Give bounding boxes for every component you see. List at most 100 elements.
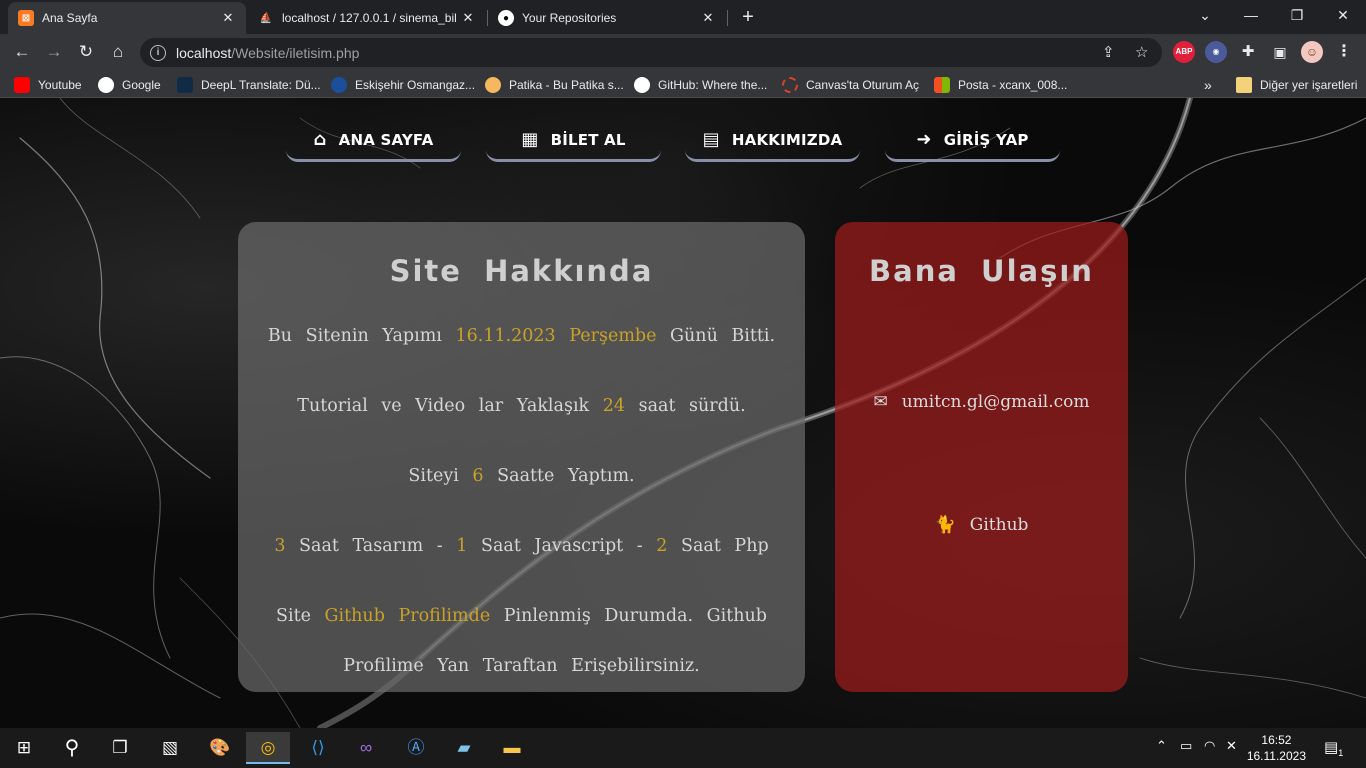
new-tab-button[interactable]: +	[736, 6, 760, 30]
bookmark-patika[interactable]: Patika - Bu Patika s...	[485, 75, 624, 95]
bookmark-github[interactable]: GitHub: Where the...	[634, 75, 767, 95]
extensions-puzzle-icon[interactable]: ✚	[1237, 41, 1259, 63]
bookmark-posta[interactable]: Posta - xcanx_008...	[934, 75, 1067, 95]
about-title: Site Hakkında	[389, 254, 654, 288]
github-icon	[634, 77, 650, 93]
about-text: Saat Tasarım -	[299, 536, 443, 556]
about-highlight-hours: 1	[456, 536, 468, 556]
nav-label: GİRİŞ YAP	[943, 130, 1029, 149]
xampp-icon: ⊠	[18, 10, 34, 26]
about-text: Pinlenmiş Durumda. Github	[503, 606, 768, 626]
browser-toolbar: ← → ↻ ⌂ i localhost/Website/iletisim.php…	[0, 34, 1366, 71]
system-clock[interactable]: 16:52 16.11.2023	[1247, 732, 1306, 764]
id-card-icon: ▤	[702, 129, 720, 150]
notepad-icon[interactable]: ▰	[442, 732, 486, 764]
google-icon	[98, 77, 114, 93]
bookmark-canvas[interactable]: Canvas'ta Oturum Aç	[782, 75, 919, 95]
about-highlight-profile[interactable]: Profilimde	[398, 606, 490, 626]
about-text: Saat Php	[680, 536, 769, 556]
task-view-icon[interactable]: ❐	[98, 732, 142, 764]
chrome-icon[interactable]: ◎	[246, 732, 290, 764]
close-window-button[interactable]: ✕	[1320, 0, 1366, 32]
about-line-access: Profilime Yan Taraftan Erişebilirsiniz.	[343, 656, 700, 676]
bookmark-youtube[interactable]: Youtube	[14, 75, 82, 95]
tab-github[interactable]: ● Your Repositories ✕	[488, 2, 726, 34]
visual-studio-icon[interactable]: ∞	[344, 732, 388, 764]
notifications-icon[interactable]: ▤1	[1324, 738, 1343, 758]
bookmark-label: Google	[122, 78, 161, 92]
bookmark-label: Canvas'ta Oturum Aç	[806, 78, 920, 92]
tab-ana-sayfa[interactable]: ⊠ Ana Sayfa ✕	[8, 2, 246, 34]
about-highlight-hours: 6	[472, 466, 484, 486]
about-highlight-hours: 3	[274, 536, 286, 556]
about-text: saat sürdü.	[638, 396, 746, 416]
file-explorer-icon[interactable]: ▬	[490, 732, 534, 764]
bookmark-label: Youtube	[38, 78, 82, 92]
clock-time: 16:52	[1261, 733, 1292, 747]
close-tab-icon[interactable]: ✕	[220, 10, 236, 26]
bookmark-star-icon[interactable]: ☆	[1135, 43, 1148, 61]
restore-button[interactable]: ❐	[1274, 0, 1320, 32]
about-text: Tutorial ve Video lar Yaklaşık	[297, 396, 590, 416]
nav-ana-sayfa[interactable]: ⌂ ANA SAYFA	[286, 120, 461, 162]
reload-button[interactable]: ↻	[72, 38, 100, 66]
side-panel-icon[interactable]: ▣	[1269, 41, 1291, 63]
phpmyadmin-icon: ⛵	[259, 12, 273, 24]
about-highlight-hours: 24	[602, 396, 626, 416]
tab-title: localhost / 127.0.0.1 / sinema_bil	[282, 11, 457, 25]
email-link[interactable]: ✉ umitcn.gl@gmail.com	[835, 392, 1128, 412]
back-button[interactable]: ←	[8, 38, 36, 66]
bookmark-deepl[interactable]: DeepL Translate: Dü...	[177, 75, 321, 95]
bookmarks-overflow-button[interactable]: »	[1204, 75, 1212, 95]
profile-avatar[interactable]: ☺	[1301, 41, 1323, 63]
paint-icon[interactable]: 🎨	[198, 732, 242, 764]
tab-title: Your Repositories	[522, 11, 617, 25]
about-line-build-time: Siteyi 6 Saatte Yaptım.	[238, 466, 805, 486]
about-text: Saat Javascript -	[480, 536, 643, 556]
site-info-icon[interactable]: i	[150, 44, 166, 61]
wifi-icon[interactable]: ◠	[1204, 738, 1215, 754]
github-link[interactable]: 🐈 Github	[835, 515, 1128, 535]
tab-search-icon[interactable]: ⌄	[1182, 0, 1228, 32]
url-host: localhost	[176, 44, 232, 61]
adblock-plus-icon[interactable]: ABP	[1173, 41, 1195, 63]
nav-bilet-al[interactable]: ▦ BİLET AL	[486, 120, 661, 162]
tab-phpmyadmin[interactable]: ⛵ localhost / 127.0.0.1 / sinema_bil ✕	[248, 2, 486, 34]
github-cat-icon: 🐈	[934, 515, 956, 535]
menu-kebab-icon[interactable]: ⋮	[1333, 41, 1355, 63]
battery-icon[interactable]: ▭	[1180, 738, 1192, 754]
windows-start-icon[interactable]: ⊞	[2, 732, 46, 764]
system-monitor-icon[interactable]: ▧	[148, 732, 192, 764]
address-bar[interactable]: i localhost/Website/iletisim.php ⇪ ☆	[140, 38, 1162, 67]
bookmark-google[interactable]: Google	[98, 75, 161, 95]
folder-icon	[1236, 77, 1252, 93]
tray-expand-icon[interactable]: ⌃	[1156, 738, 1167, 754]
close-tab-icon[interactable]: ✕	[460, 10, 476, 26]
volume-muted-icon[interactable]: ✕	[1226, 738, 1237, 754]
forward-button[interactable]: →	[40, 38, 68, 66]
close-tab-icon[interactable]: ✕	[700, 10, 716, 26]
search-icon[interactable]: ⚲	[50, 732, 94, 764]
nav-giris-yap[interactable]: ➜ GİRİŞ YAP	[885, 120, 1060, 162]
share-icon[interactable]: ⇪	[1102, 43, 1115, 61]
about-text: Saatte Yaptım.	[497, 466, 635, 486]
bookmark-eskisehir[interactable]: Eskişehir Osmangaz...	[331, 75, 475, 95]
about-highlight-github[interactable]: Github	[325, 606, 385, 626]
bookmark-label: GitHub: Where the...	[658, 78, 768, 92]
nav-hakkimizda[interactable]: ▤ HAKKIMIZDA	[685, 120, 860, 162]
other-bookmarks-folder[interactable]: Diğer yer işaretleri	[1236, 75, 1357, 95]
youtube-icon	[14, 77, 30, 93]
bookmark-label: DeepL Translate: Dü...	[201, 78, 321, 92]
extension-glasses-icon[interactable]: ◉	[1205, 41, 1227, 63]
tab-title: Ana Sayfa	[42, 11, 98, 25]
vscode-icon[interactable]: ⟨⟩	[296, 732, 340, 764]
home-button[interactable]: ⌂	[104, 38, 132, 66]
about-text: Bu Sitenin Yapımı	[267, 326, 442, 346]
home-icon: ⌂	[313, 129, 327, 150]
github-text: Github	[969, 515, 1029, 535]
nav-label: BİLET AL	[550, 130, 626, 149]
minimize-button[interactable]: —	[1228, 0, 1274, 32]
email-text: umitcn.gl@gmail.com	[901, 392, 1090, 412]
app-store-icon[interactable]: Ⓐ	[394, 732, 438, 764]
tab-separator	[727, 10, 728, 26]
